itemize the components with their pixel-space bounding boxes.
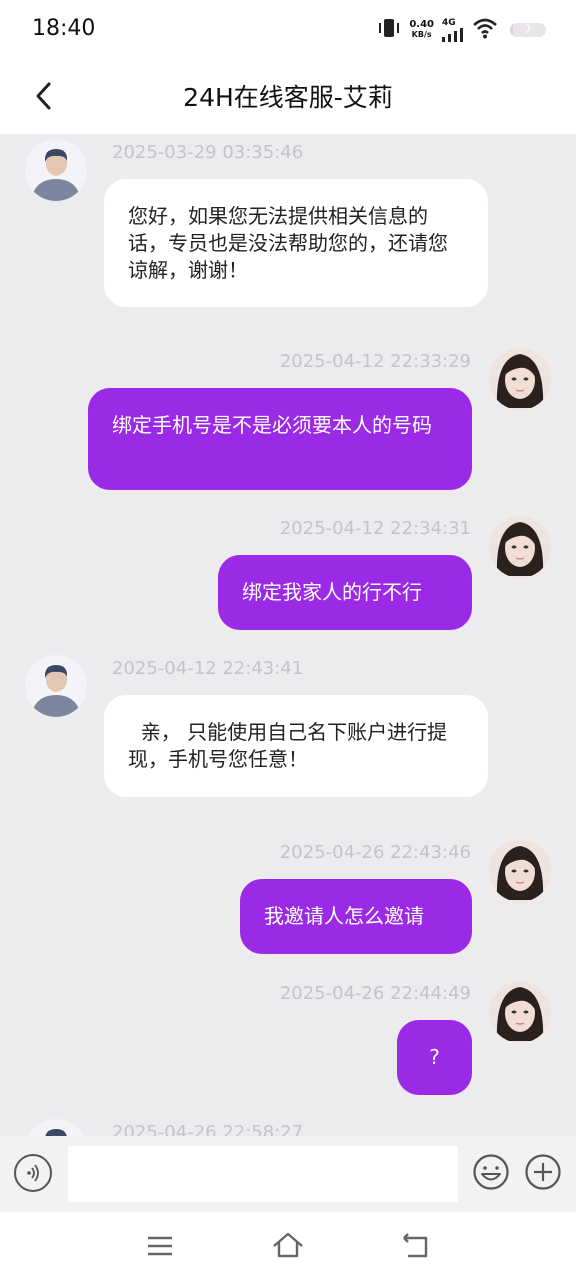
status-bar: 18:40 0.40 KB/s 4G 7: [0, 0, 576, 58]
chat-area[interactable]: 2025-03-29 03:35:46 您好，如果您无法提供相关信息的话，专员也…: [0, 134, 576, 1136]
nav-bar: [0, 1212, 576, 1280]
message-timestamp: 2025-04-12 22:34:31: [279, 518, 471, 539]
menu-icon: [148, 1236, 172, 1256]
net-speed-value: 0.40: [409, 19, 434, 30]
message-bubble[interactable]: 亲， 只能使用自己名下账户进行提现，手机号您任意！: [104, 695, 488, 797]
page-title: 24H在线客服-艾莉: [183, 83, 393, 112]
message-timestamp: 2025-04-12 22:33:29: [279, 351, 471, 372]
message-timestamp: 2025-04-26 22:43:46: [279, 842, 471, 863]
agent-avatar[interactable]: [25, 1119, 87, 1136]
message-bubble[interactable]: 绑定手机号是不是必须要本人的号码: [88, 388, 472, 490]
header: 24H在线客服-艾莉: [0, 58, 576, 134]
back-nav-button[interactable]: [398, 1228, 434, 1264]
agent-avatar[interactable]: [25, 655, 87, 717]
menu-button[interactable]: [142, 1228, 178, 1264]
message-item: 2025-04-12 22:34:31 绑定我家人的行不行: [0, 514, 576, 634]
screen: 18:40 0.40 KB/s 4G 7 24H在线客服-艾莉 2025-03-…: [0, 0, 576, 1280]
message-timestamp: 2025-03-29 03:35:46: [112, 142, 304, 163]
emoji-button[interactable]: [472, 1153, 510, 1191]
user-avatar[interactable]: [489, 348, 551, 410]
user-avatar[interactable]: [489, 516, 551, 578]
message-bubble[interactable]: ?: [397, 1020, 472, 1095]
message-bubble[interactable]: 您好，如果您无法提供相关信息的话，专员也是没法帮助您的，还请您谅解，谢谢！: [104, 179, 488, 307]
voice-icon: [27, 1164, 39, 1182]
message-item: 2025-04-26 22:58:27: [0, 1116, 576, 1136]
status-icons: 0.40 KB/s 4G 7: [377, 16, 546, 44]
agent-avatar[interactable]: [25, 139, 87, 201]
message-item: 2025-04-12 22:43:41 亲， 只能使用自己名下账户进行提现，手机…: [0, 652, 576, 802]
status-time: 18:40: [32, 16, 96, 41]
message-timestamp: 2025-04-26 22:58:27: [112, 1122, 304, 1136]
input-bar: [0, 1136, 576, 1212]
message-item: 2025-04-12 22:33:29 绑定手机号是不是必须要本人的号码: [0, 346, 576, 491]
home-icon: [273, 1232, 303, 1258]
battery-level: 7: [524, 23, 532, 36]
home-button[interactable]: [270, 1228, 306, 1264]
emoji-icon: [473, 1154, 509, 1190]
net-speed-unit: KB/s: [411, 30, 432, 39]
message-item: 2025-04-26 22:44:49 ?: [0, 979, 576, 1099]
user-avatar[interactable]: [489, 840, 551, 902]
message-bubble[interactable]: 我邀请人怎么邀请: [240, 879, 472, 954]
wifi-icon: [472, 17, 498, 43]
plus-icon: [525, 1154, 561, 1190]
message-item: 2025-03-29 03:35:46 您好，如果您无法提供相关信息的话，专员也…: [0, 134, 576, 314]
vibrate-icon: [377, 17, 401, 43]
user-avatar[interactable]: [489, 981, 551, 1043]
back-icon: [403, 1233, 428, 1258]
message-input[interactable]: [68, 1146, 458, 1202]
message-timestamp: 2025-04-12 22:43:41: [112, 658, 304, 679]
signal-icon: 4G: [442, 17, 464, 42]
network-type: 4G: [442, 17, 456, 28]
message-bubble[interactable]: 绑定我家人的行不行: [218, 555, 472, 630]
message-item: 2025-04-26 22:43:46 我邀请人怎么邀请: [0, 838, 576, 958]
network-speed: 0.40 KB/s: [409, 20, 434, 40]
message-timestamp: 2025-04-26 22:44:49: [279, 983, 471, 1004]
voice-button[interactable]: [14, 1154, 52, 1192]
plus-button[interactable]: [524, 1153, 562, 1191]
battery-icon: 7: [510, 23, 546, 37]
